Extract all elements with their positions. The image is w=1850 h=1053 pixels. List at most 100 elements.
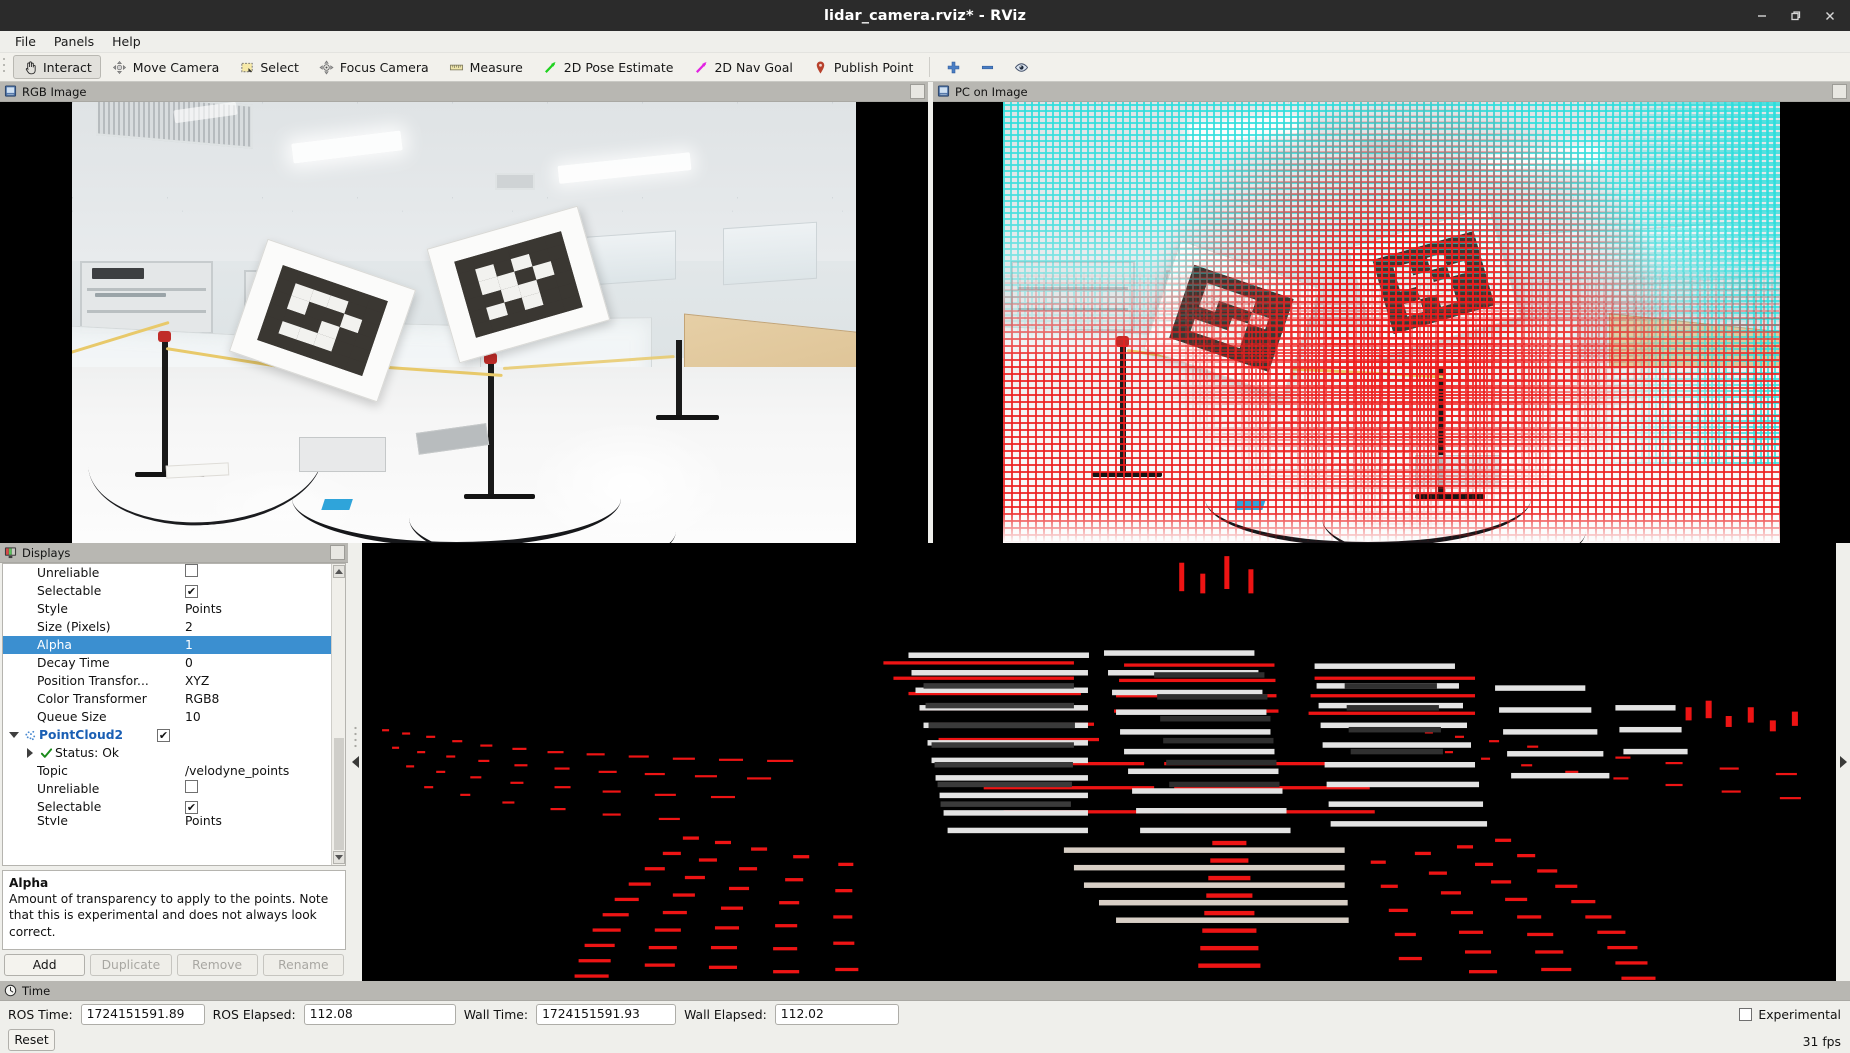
checkbox-checked[interactable]: ✔ xyxy=(185,801,198,814)
pc-on-image-canvas[interactable] xyxy=(933,102,1850,543)
displays-view-splitter[interactable] xyxy=(348,543,362,981)
tool-interact[interactable]: Interact xyxy=(13,55,101,79)
property-value[interactable] xyxy=(185,564,331,582)
experimental-toggle[interactable]: Experimental xyxy=(1739,1007,1841,1022)
scroll-up-button[interactable] xyxy=(332,565,345,578)
table-row-status[interactable]: Status: Ok xyxy=(3,744,331,762)
property-value[interactable]: ✔ xyxy=(157,726,331,744)
table-row[interactable]: Selectable ✔ xyxy=(3,798,331,816)
reset-button[interactable]: Reset xyxy=(8,1029,55,1051)
right-edge-splitter[interactable] xyxy=(1836,543,1850,981)
checkbox-unchecked[interactable] xyxy=(185,780,198,793)
ros-elapsed-label: ROS Elapsed: xyxy=(212,1006,296,1022)
table-row[interactable]: Style Points xyxy=(3,600,331,618)
splitter-collapse-right-icon[interactable] xyxy=(1839,756,1847,768)
close-icon[interactable] xyxy=(1816,4,1844,28)
table-row[interactable]: Queue Size 10 xyxy=(3,708,331,726)
pc-on-image-panel-title[interactable]: PC on Image xyxy=(933,82,1850,102)
displays-tree[interactable]: Unreliable Selectable ✔ Style Points Siz… xyxy=(3,564,331,865)
window-titlebar: lidar_camera.rviz* - RViz xyxy=(0,0,1850,31)
wall-elapsed-input[interactable]: 112.02 xyxy=(774,1003,899,1025)
wall-time-input[interactable]: 1724151591.93 xyxy=(536,1003,677,1025)
ceiling-vent xyxy=(1360,137,1415,160)
property-value[interactable]: 2 xyxy=(185,618,331,636)
property-value[interactable]: RGB8 xyxy=(185,690,331,708)
minimize-icon[interactable] xyxy=(1748,4,1776,28)
table-row-selected[interactable]: Alpha 1 xyxy=(3,636,331,654)
stanchion-base-3 xyxy=(656,415,719,421)
table-row[interactable]: Style Points xyxy=(3,816,331,825)
table-row[interactable]: Selectable ✔ xyxy=(3,582,331,600)
expander-right-icon[interactable] xyxy=(23,748,37,758)
table-row[interactable]: Size (Pixels) 2 xyxy=(3,618,331,636)
displays-float-button[interactable] xyxy=(330,545,345,560)
property-value[interactable]: 1 xyxy=(185,636,331,654)
property-value[interactable]: /velodyne_points xyxy=(185,762,331,780)
displays-panel-title[interactable]: Displays xyxy=(0,543,348,563)
table-row[interactable]: Decay Time 0 xyxy=(3,654,331,672)
property-name: Color Transformer xyxy=(37,692,147,706)
property-value[interactable]: 10 xyxy=(185,708,331,726)
rviz-window: lidar_camera.rviz* - RViz File Panels He… xyxy=(0,0,1850,1053)
splitter-collapse-left-icon[interactable] xyxy=(351,756,359,768)
tool-select[interactable]: Select xyxy=(230,55,308,79)
rename-button[interactable]: Rename xyxy=(262,954,344,976)
menu-help-label: Help xyxy=(112,34,141,49)
add-button[interactable]: Add xyxy=(4,954,86,976)
time-panel-title[interactable]: Time xyxy=(0,981,1850,1001)
table-row[interactable]: Position Transfor... XYZ xyxy=(3,672,331,690)
toolbar-separator xyxy=(929,57,931,77)
stanchion-pole-3 xyxy=(675,340,682,420)
maximize-icon[interactable] xyxy=(1782,4,1810,28)
table-row[interactable]: Unreliable xyxy=(3,780,331,798)
property-value[interactable]: ✔ xyxy=(185,798,331,816)
table-row[interactable]: Topic /velodyne_points xyxy=(3,762,331,780)
property-value[interactable]: Points xyxy=(185,816,331,825)
minus-icon xyxy=(979,59,995,75)
pc-on-image-float-button[interactable] xyxy=(1832,84,1847,99)
experimental-checkbox[interactable] xyxy=(1739,1008,1753,1021)
ros-elapsed-input[interactable]: 112.08 xyxy=(303,1003,456,1025)
scroll-down-button[interactable] xyxy=(332,851,345,864)
expander-down-icon[interactable] xyxy=(7,732,21,738)
checkbox-unchecked[interactable] xyxy=(185,564,198,577)
tool-move-camera[interactable]: Move Camera xyxy=(103,55,229,79)
remove-button[interactable]: Remove xyxy=(176,954,258,976)
property-value[interactable]: 0 xyxy=(185,654,331,672)
hand-cursor-icon xyxy=(22,59,38,75)
ros-time-input[interactable]: 1724151591.89 xyxy=(80,1003,205,1025)
displays-tree-scrollbar[interactable] xyxy=(331,564,345,865)
property-name: Selectable xyxy=(37,584,102,598)
time-panel-body: ROS Time: 1724151591.89 ROS Elapsed: 112… xyxy=(0,1001,1850,1053)
rgb-image-panel-title[interactable]: RGB Image xyxy=(0,82,928,102)
rgb-image-canvas[interactable] xyxy=(0,102,928,543)
menu-panels[interactable]: Panels xyxy=(45,32,103,51)
tool-focus-camera-label: Focus Camera xyxy=(339,59,429,75)
menu-file[interactable]: File xyxy=(6,32,45,51)
property-value[interactable]: ✔ xyxy=(185,582,331,600)
rgb-image-float-button[interactable] xyxy=(910,84,925,99)
scrollbar-track[interactable] xyxy=(333,578,345,737)
tool-select-label: Select xyxy=(260,59,299,75)
property-value[interactable]: Points xyxy=(185,600,331,618)
table-row[interactable]: Unreliable xyxy=(3,564,331,582)
toolbar-grip[interactable] xyxy=(2,56,10,78)
checkbox-checked[interactable]: ✔ xyxy=(185,585,198,598)
menu-help[interactable]: Help xyxy=(103,32,150,51)
tool-publish-point[interactable]: Publish Point xyxy=(804,55,923,79)
remove-tool-button[interactable] xyxy=(971,55,1003,79)
table-row[interactable]: Color Transformer RGB8 xyxy=(3,690,331,708)
checkbox-checked[interactable]: ✔ xyxy=(157,729,170,742)
tool-measure[interactable]: Measure xyxy=(440,55,532,79)
3d-render-view[interactable] xyxy=(362,543,1836,981)
property-value[interactable]: XYZ xyxy=(185,672,331,690)
view-tool-button[interactable] xyxy=(1005,55,1037,79)
tool-focus-camera[interactable]: Focus Camera xyxy=(310,55,438,79)
table-row-pointcloud2[interactable]: PointCloud2 ✔ xyxy=(3,726,331,744)
duplicate-button[interactable]: Duplicate xyxy=(90,954,172,976)
scrollbar-thumb[interactable] xyxy=(333,738,344,850)
tool-2d-nav-goal[interactable]: 2D Nav Goal xyxy=(684,55,801,79)
add-tool-button[interactable] xyxy=(937,55,969,79)
tool-2d-pose-estimate[interactable]: 2D Pose Estimate xyxy=(534,55,683,79)
property-value[interactable] xyxy=(185,780,331,798)
